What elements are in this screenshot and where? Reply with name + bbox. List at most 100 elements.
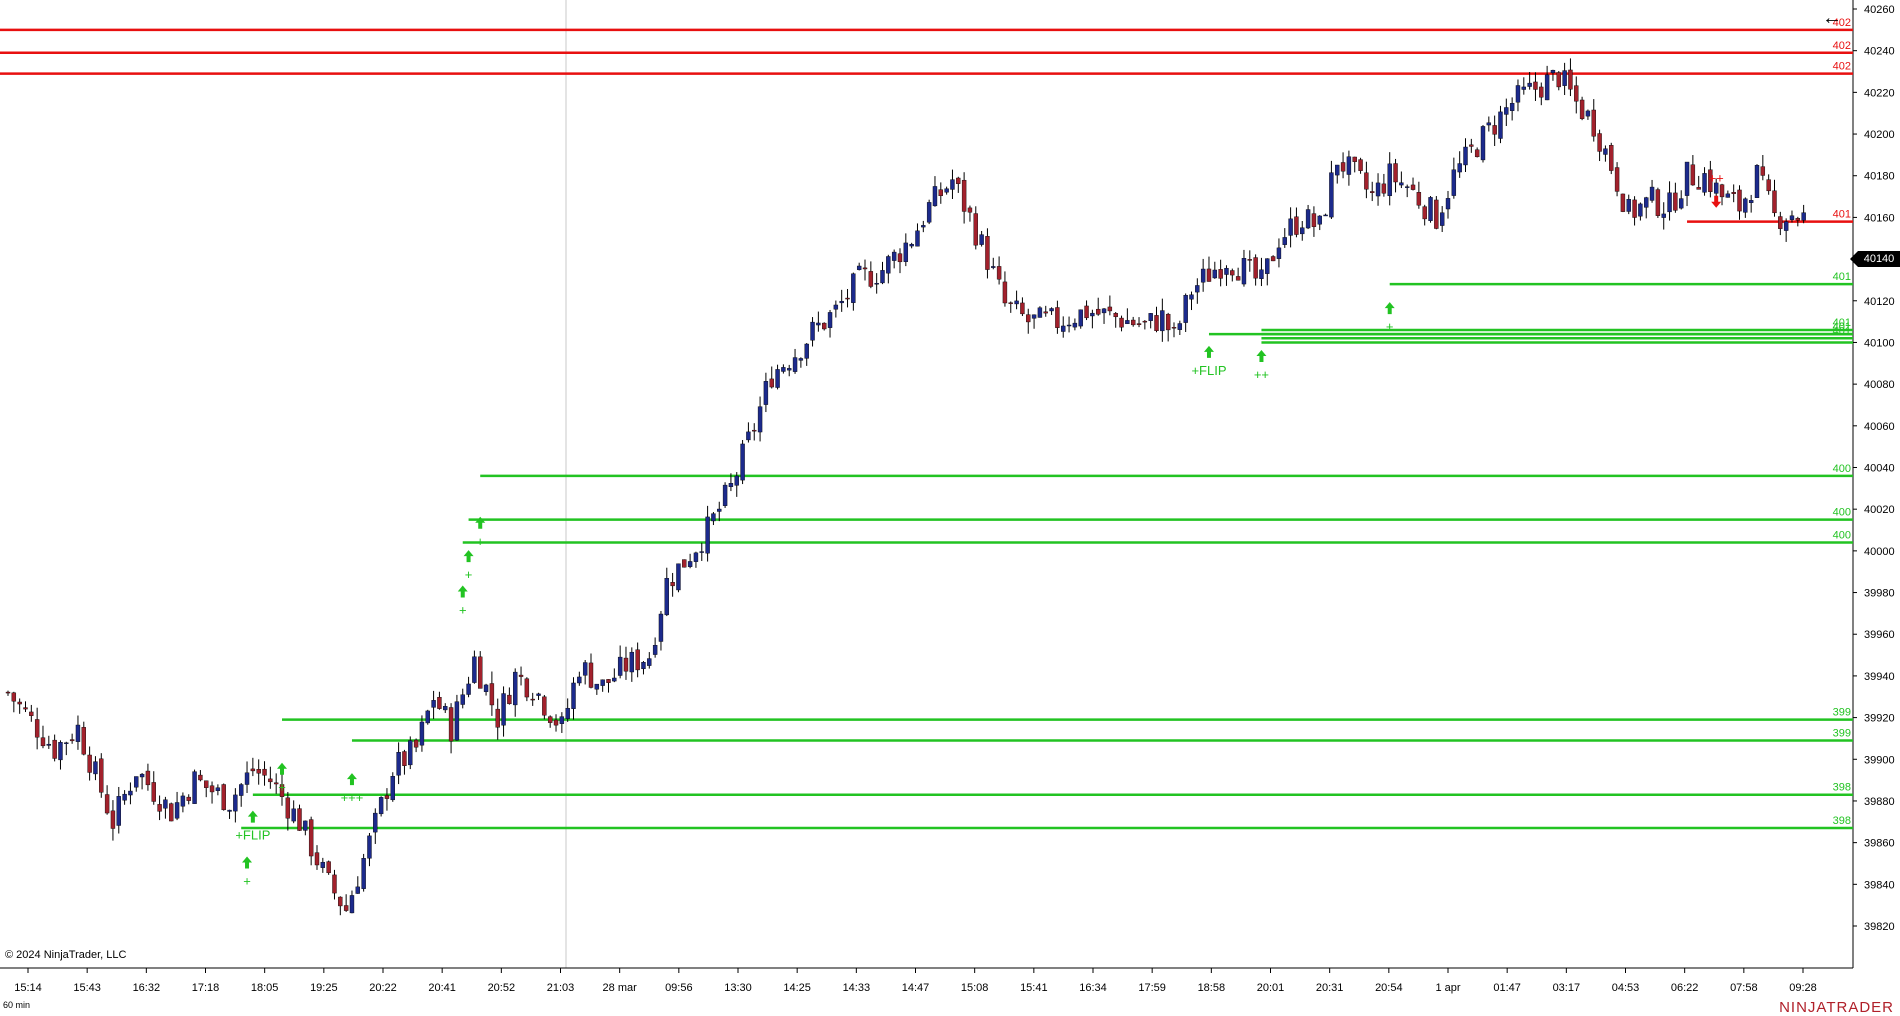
candle (1165, 312, 1171, 342)
candle (81, 721, 86, 756)
x-tick-label: 20:22 (369, 982, 397, 994)
candle-body (559, 716, 565, 724)
time-axis[interactable]: 15:14 15:43 16:32 17:18 18:05 19:25 20:22 20:41… (14, 968, 1817, 994)
candle-body (1620, 193, 1626, 212)
resistance-level-label: 402 (1833, 61, 1851, 73)
candle-body (822, 322, 827, 330)
resistance-level-label: 401 (1833, 209, 1851, 221)
candle-body (1795, 218, 1801, 221)
candle-body (1597, 133, 1602, 152)
candle-body (1288, 218, 1293, 236)
candle (1428, 196, 1433, 223)
buy-arrow-icon (463, 550, 474, 563)
candle-body (1311, 213, 1317, 227)
candle-body (612, 677, 617, 682)
candle (1439, 206, 1445, 233)
y-tick-label: 40040 (1864, 463, 1895, 475)
candle (1265, 258, 1270, 286)
candle-body (209, 785, 215, 793)
candle (705, 505, 710, 562)
x-tick-label: 15:08 (961, 982, 989, 994)
candle (396, 742, 401, 785)
candle-body (507, 694, 512, 705)
candle (204, 780, 209, 798)
x-tick-label: 20:01 (1257, 982, 1285, 994)
candle-body (1031, 314, 1037, 319)
candle (1311, 206, 1317, 237)
y-tick-label: 40180 (1864, 171, 1895, 183)
candle-body (448, 707, 454, 742)
candle (926, 199, 932, 225)
price-axis[interactable]: 4026040240402204020040180401604014040120… (1853, 4, 1895, 933)
candle-body (163, 799, 168, 809)
candle-body (1679, 198, 1684, 209)
candle-body (1783, 221, 1789, 231)
candle-body (1789, 215, 1795, 220)
candle-body (1340, 162, 1346, 172)
candle (1294, 207, 1299, 238)
candle-body (582, 662, 588, 676)
candle-body (536, 693, 541, 696)
candle (757, 396, 763, 442)
candle (454, 694, 460, 741)
candle (1183, 293, 1188, 333)
candle (658, 611, 664, 651)
candle-body (915, 230, 920, 247)
x-tick-label: 01:47 (1493, 982, 1521, 994)
price-chart[interactable]: 4024024024014014014014014014004004003993… (0, 0, 1900, 1016)
x-tick-label: 14:47 (902, 982, 930, 994)
candle-body (1241, 258, 1247, 285)
x-tick-label: 16:34 (1079, 982, 1107, 994)
candle (1748, 194, 1754, 213)
candle (431, 690, 436, 719)
candle-body (180, 795, 186, 807)
back-arrow-icon[interactable]: ← (1822, 8, 1842, 28)
candle-body (652, 645, 658, 655)
candle-body (1702, 173, 1707, 193)
candle (209, 781, 215, 804)
candle (1253, 254, 1258, 286)
candle-body (1474, 149, 1480, 158)
candle (571, 677, 576, 720)
candle-body (1381, 183, 1387, 194)
candle (752, 423, 757, 441)
candle-body (285, 797, 291, 819)
candle-body (1061, 325, 1066, 332)
candle-body (139, 773, 145, 778)
candle-body (518, 674, 524, 677)
candle-body (1136, 323, 1142, 325)
candle (134, 776, 139, 792)
candle-body (880, 270, 885, 284)
x-tick-label: 18:58 (1198, 982, 1226, 994)
candle-body (1673, 192, 1678, 211)
y-tick-label: 40240 (1864, 46, 1895, 58)
candle-body (1480, 126, 1486, 161)
candle-body (1609, 145, 1614, 171)
candle-body (891, 251, 897, 261)
candle-body (1014, 300, 1019, 305)
candle (326, 860, 331, 875)
candle-body (1335, 164, 1340, 176)
candle (996, 256, 1002, 285)
candle-body (792, 357, 798, 372)
candle-body (495, 708, 500, 728)
candle (1399, 171, 1404, 189)
candle (1544, 65, 1550, 101)
candle-body (950, 179, 955, 190)
resistance-level-label: 402 (1833, 40, 1851, 52)
candle (1404, 184, 1410, 198)
candle-body (1300, 227, 1305, 235)
candle (804, 343, 809, 366)
candle (52, 734, 57, 762)
candle-body (571, 682, 576, 709)
support-level-label: 401 (1833, 325, 1851, 337)
candle (1649, 179, 1655, 203)
candle (781, 364, 786, 374)
candle-body (489, 683, 495, 706)
buy-signal-label: + (465, 567, 473, 582)
candle (186, 794, 191, 805)
candle (1224, 265, 1229, 286)
candle (1609, 142, 1614, 175)
candle (1550, 69, 1556, 81)
candle-body (1463, 146, 1468, 166)
